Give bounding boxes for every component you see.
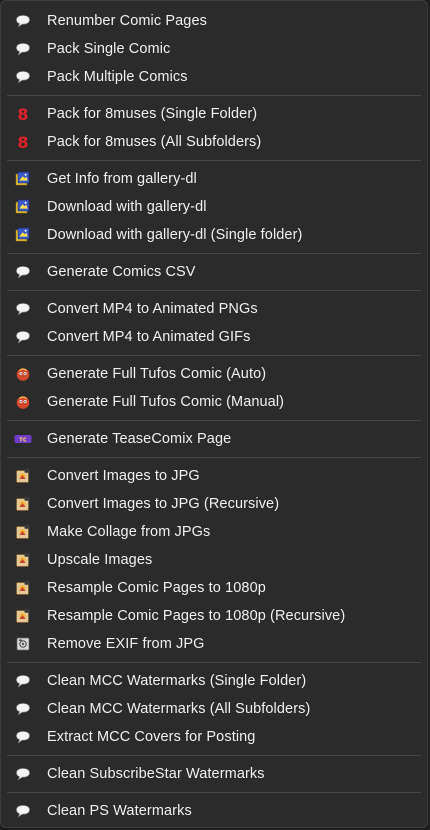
menu-separator: [7, 457, 421, 458]
gallery-dl-icon: [14, 226, 32, 244]
menu-item-label: Resample Comic Pages to 1080p (Recursive…: [47, 608, 346, 624]
menu-item-label: Convert MP4 to Animated GIFs: [47, 329, 251, 345]
menu-item-label: Download with gallery-dl: [47, 199, 207, 215]
menu-separator: [7, 290, 421, 291]
exif-icon: [14, 635, 32, 653]
8muses-icon: 8: [14, 105, 32, 123]
speech-bubble-icon: [14, 68, 32, 86]
menu-item-upscale-images[interactable]: Upscale Images: [5, 546, 423, 574]
tufos-icon: [14, 365, 32, 383]
menu-item-label: Clean MCC Watermarks (Single Folder): [47, 673, 307, 689]
menu-item-pack-single-comic[interactable]: Pack Single Comic: [5, 35, 423, 63]
menu-item-label: Extract MCC Covers for Posting: [47, 729, 256, 745]
menu-item-generate-teasecomix-page[interactable]: TC Generate TeaseComix Page: [5, 425, 423, 453]
menu-item-clean-ps-watermarks[interactable]: Clean PS Watermarks: [5, 797, 423, 825]
image-tool-icon: [14, 495, 32, 513]
menu-item-label: Pack Single Comic: [47, 41, 171, 57]
menu-item-extract-mcc-covers-for-posting[interactable]: Extract MCC Covers for Posting: [5, 723, 423, 751]
teasecomix-icon: TC: [14, 430, 32, 448]
menu-item-download-with-gallery-dl[interactable]: Download with gallery-dl: [5, 193, 423, 221]
speech-bubble-icon: [14, 728, 32, 746]
speech-bubble-icon: [14, 802, 32, 820]
speech-bubble-icon: [14, 40, 32, 58]
menu-item-resample-comic-pages-to-1080p[interactable]: Resample Comic Pages to 1080p: [5, 574, 423, 602]
menu-item-label: Remove EXIF from JPG: [47, 636, 205, 652]
menu-item-resample-comic-pages-to-1080p-recursive[interactable]: Resample Comic Pages to 1080p (Recursive…: [5, 602, 423, 630]
menu-item-get-info-from-gallery-dl[interactable]: Get Info from gallery-dl: [5, 165, 423, 193]
menu-item-label: Download with gallery-dl (Single folder): [47, 227, 303, 243]
menu-separator: [7, 95, 421, 96]
menu-item-label: Clean SubscribeStar Watermarks: [47, 766, 265, 782]
gallery-dl-icon: [14, 170, 32, 188]
menu-separator: [7, 355, 421, 356]
menu-item-clean-mcc-watermarks-single-folder[interactable]: Clean MCC Watermarks (Single Folder): [5, 667, 423, 695]
menu-item-label: Generate Full Tufos Comic (Manual): [47, 394, 285, 410]
menu-item-generate-comics-csv[interactable]: Generate Comics CSV: [5, 258, 423, 286]
menu-item-clean-subscribestar-watermarks[interactable]: Clean SubscribeStar Watermarks: [5, 760, 423, 788]
menu-item-label: Renumber Comic Pages: [47, 13, 207, 29]
image-tool-icon: [14, 523, 32, 541]
tufos-icon: [14, 393, 32, 411]
menu-item-label: Resample Comic Pages to 1080p: [47, 580, 266, 596]
menu-item-download-with-gallery-dl-single-folder[interactable]: Download with gallery-dl (Single folder): [5, 221, 423, 249]
menu-item-label: Make Collage from JPGs: [47, 524, 211, 540]
image-tool-icon: [14, 607, 32, 625]
menu-item-convert-images-to-jpg[interactable]: Convert Images to JPG: [5, 462, 423, 490]
speech-bubble-icon: [14, 263, 32, 281]
menu-separator: [7, 755, 421, 756]
svg-text:8: 8: [17, 106, 28, 122]
menu-item-convert-mp4-to-animated-pngs[interactable]: Convert MP4 to Animated PNGs: [5, 295, 423, 323]
image-tool-icon: [14, 579, 32, 597]
menu-item-label: Clean MCC Watermarks (All Subfolders): [47, 701, 311, 717]
speech-bubble-icon: [14, 765, 32, 783]
menu-separator: [7, 160, 421, 161]
menu-item-convert-images-to-jpg-recursive[interactable]: Convert Images to JPG (Recursive): [5, 490, 423, 518]
menu-item-clean-mcc-watermarks-all-subfolders[interactable]: Clean MCC Watermarks (All Subfolders): [5, 695, 423, 723]
menu-item-label: Generate Comics CSV: [47, 264, 196, 280]
speech-bubble-icon: [14, 12, 32, 30]
gallery-dl-icon: [14, 198, 32, 216]
menu-separator: [7, 420, 421, 421]
menu-item-label: Pack for 8muses (Single Folder): [47, 106, 258, 122]
menu-item-label: Pack for 8muses (All Subfolders): [47, 134, 262, 150]
menu-item-renumber-comic-pages[interactable]: Renumber Comic Pages: [5, 7, 423, 35]
menu-item-convert-mp4-to-animated-gifs[interactable]: Convert MP4 to Animated GIFs: [5, 323, 423, 351]
menu-item-label: Clean PS Watermarks: [47, 803, 192, 819]
context-menu: Renumber Comic Pages Pack Single Comic P…: [0, 0, 428, 828]
speech-bubble-icon: [14, 300, 32, 318]
speech-bubble-icon: [14, 328, 32, 346]
speech-bubble-icon: [14, 700, 32, 718]
menu-item-remove-exif-from-jpg[interactable]: Remove EXIF from JPG: [5, 630, 423, 658]
menu-item-generate-full-tufos-comic-manual[interactable]: Generate Full Tufos Comic (Manual): [5, 388, 423, 416]
menu-item-pack-for-8muses-single-folder[interactable]: 8 Pack for 8muses (Single Folder): [5, 100, 423, 128]
image-tool-icon: [14, 467, 32, 485]
menu-separator: [7, 253, 421, 254]
menu-item-generate-full-tufos-comic-auto[interactable]: Generate Full Tufos Comic (Auto): [5, 360, 423, 388]
menu-item-label: Pack Multiple Comics: [47, 69, 188, 85]
menu-item-make-collage-from-jpgs[interactable]: Make Collage from JPGs: [5, 518, 423, 546]
menu-separator: [7, 792, 421, 793]
menu-item-label: Generate Full Tufos Comic (Auto): [47, 366, 267, 382]
8muses-icon: 8: [14, 133, 32, 151]
menu-item-label: Convert Images to JPG: [47, 468, 200, 484]
image-tool-icon: [14, 551, 32, 569]
menu-item-label: Upscale Images: [47, 552, 153, 568]
menu-item-label: Convert MP4 to Animated PNGs: [47, 301, 258, 317]
speech-bubble-icon: [14, 672, 32, 690]
menu-item-label: Convert Images to JPG (Recursive): [47, 496, 280, 512]
menu-item-label: Generate TeaseComix Page: [47, 431, 232, 447]
menu-item-label: Get Info from gallery-dl: [47, 171, 197, 187]
svg-text:8: 8: [17, 134, 28, 150]
menu-separator: [7, 662, 421, 663]
svg-text:TC: TC: [19, 438, 27, 444]
menu-item-pack-for-8muses-all-subfolders[interactable]: 8 Pack for 8muses (All Subfolders): [5, 128, 423, 156]
menu-item-pack-multiple-comics[interactable]: Pack Multiple Comics: [5, 63, 423, 91]
